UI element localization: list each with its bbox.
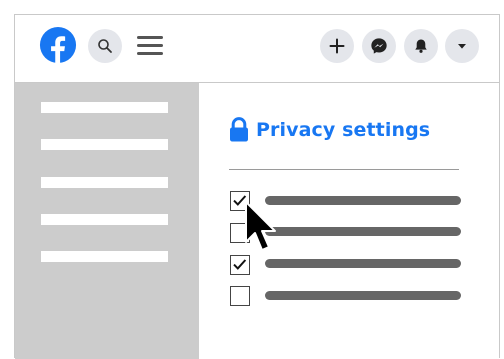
sidebar-item[interactable] bbox=[41, 139, 168, 150]
account-menu-button[interactable] bbox=[445, 29, 479, 63]
top-navigation-bar bbox=[15, 15, 499, 83]
menu-line bbox=[137, 36, 163, 39]
messenger-button[interactable] bbox=[362, 29, 396, 63]
plus-icon bbox=[329, 38, 345, 54]
caret-down-icon bbox=[458, 44, 466, 49]
privacy-option-checkbox[interactable] bbox=[230, 255, 250, 275]
mouse-pointer-icon bbox=[245, 201, 276, 251]
checkmark-icon bbox=[233, 259, 247, 270]
privacy-option-label bbox=[265, 196, 461, 205]
privacy-option-label bbox=[265, 291, 461, 300]
page-header: Privacy settings bbox=[229, 117, 430, 142]
bell-icon bbox=[415, 39, 427, 53]
create-button[interactable] bbox=[320, 29, 354, 63]
sidebar-item[interactable] bbox=[41, 251, 168, 262]
facebook-logo-icon[interactable] bbox=[39, 26, 77, 64]
lock-icon bbox=[230, 117, 248, 142]
search-icon bbox=[98, 39, 112, 53]
hamburger-menu-button[interactable] bbox=[137, 36, 163, 58]
divider bbox=[229, 169, 459, 170]
privacy-option-label bbox=[265, 259, 461, 268]
sidebar-item[interactable] bbox=[41, 214, 168, 225]
app-window: Privacy settings bbox=[14, 14, 500, 359]
notifications-button[interactable] bbox=[404, 29, 438, 63]
search-button[interactable] bbox=[88, 29, 122, 63]
page-title: Privacy settings bbox=[256, 118, 431, 141]
messenger-icon bbox=[371, 38, 387, 54]
sidebar-item[interactable] bbox=[41, 177, 168, 188]
menu-line bbox=[137, 52, 163, 55]
menu-line bbox=[137, 44, 163, 47]
privacy-option-checkbox[interactable] bbox=[230, 286, 250, 306]
privacy-option-label bbox=[265, 227, 461, 236]
sidebar-item[interactable] bbox=[41, 102, 168, 113]
left-sidebar bbox=[15, 83, 199, 359]
